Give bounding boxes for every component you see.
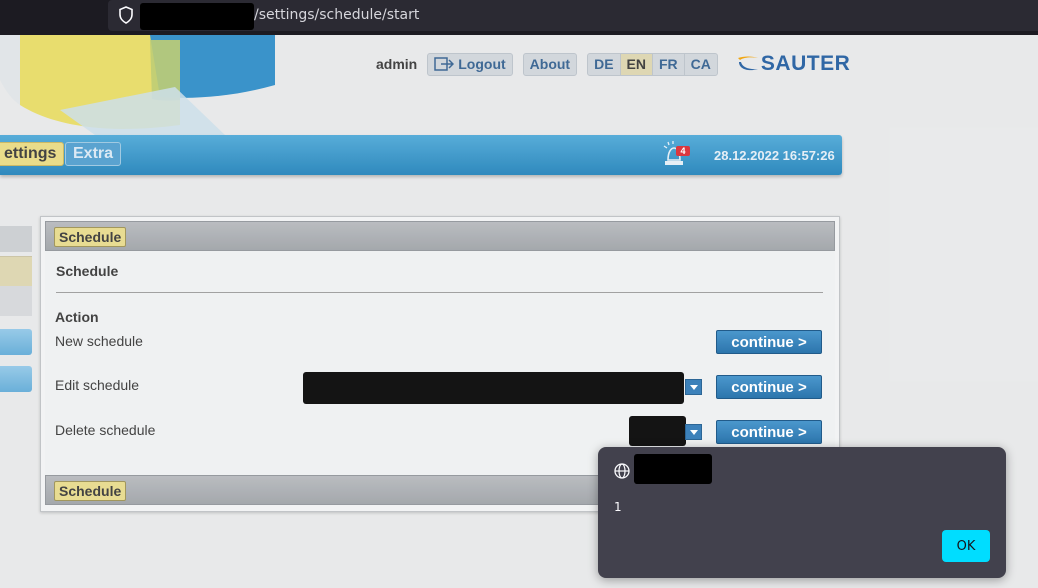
alert-dialog: 1 OK	[598, 447, 1006, 578]
redacted-origin	[634, 454, 712, 484]
ok-button[interactable]: OK	[942, 530, 990, 562]
redacted-host	[140, 3, 254, 30]
dialog-message: 1	[614, 500, 622, 514]
url-bar[interactable]: /settings/schedule/start	[108, 0, 1038, 31]
url-path: /settings/schedule/start	[254, 7, 420, 23]
globe-icon	[614, 463, 630, 479]
browser-toolbar: /settings/schedule/start	[0, 0, 1038, 35]
shield-icon[interactable]	[118, 6, 134, 24]
